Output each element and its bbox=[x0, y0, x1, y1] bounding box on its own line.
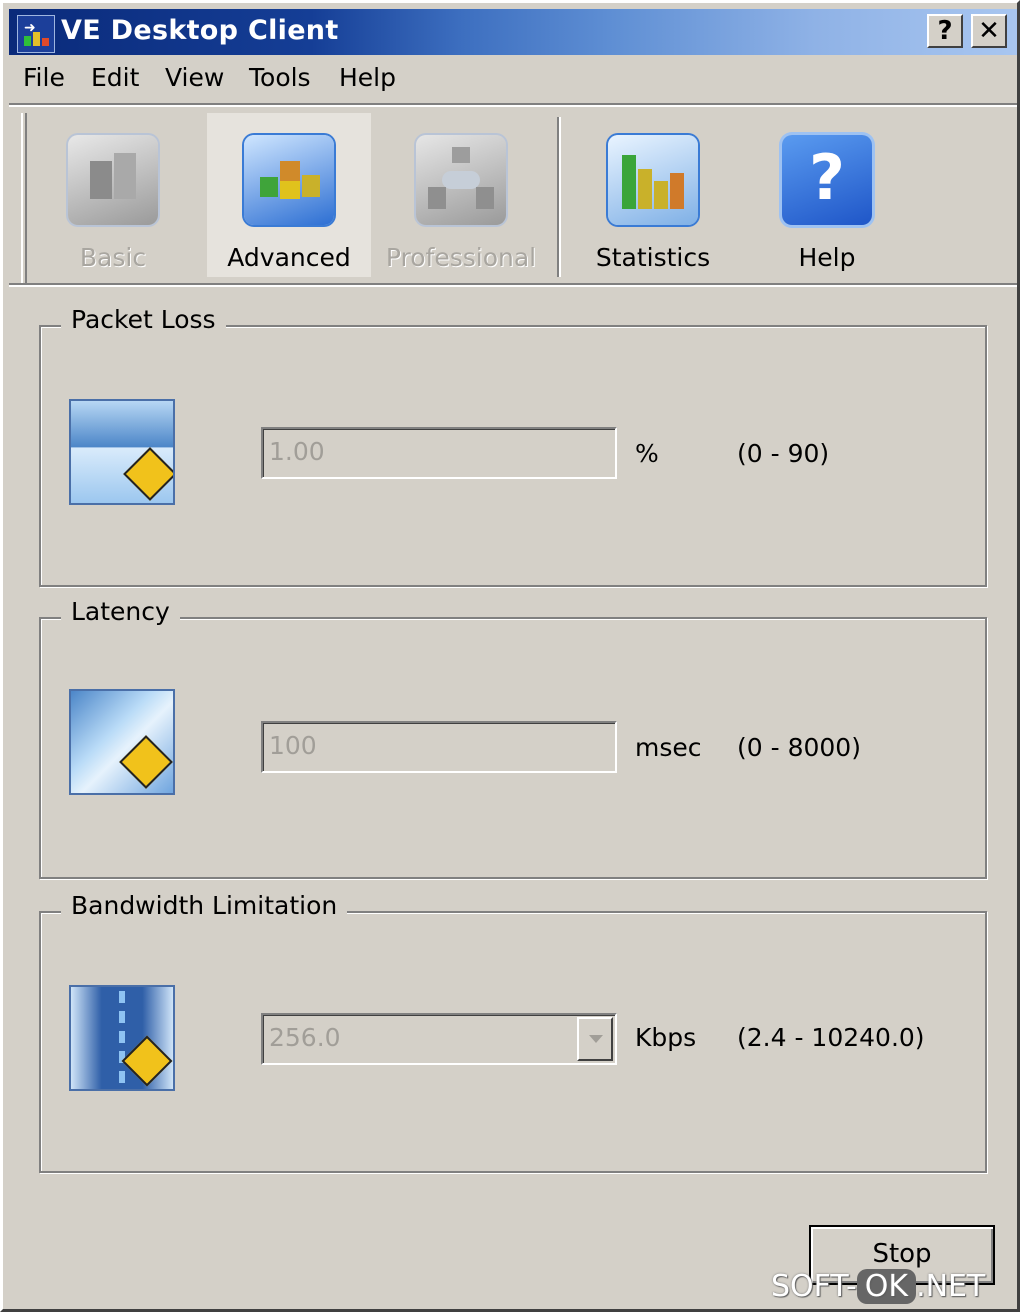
latency-unit: msec bbox=[635, 733, 702, 762]
mode-toolbar: Basic Advanced Professional Statistics ?… bbox=[13, 109, 1017, 283]
context-help-button[interactable]: ? bbox=[927, 14, 963, 48]
app-window: ➜ VE Desktop Client ? ✕ File Edit View T… bbox=[0, 0, 1020, 1312]
packet-loss-range: (0 - 90) bbox=[737, 439, 830, 468]
toolbar-professional-button[interactable]: Professional bbox=[379, 113, 543, 277]
advanced-mode-icon bbox=[244, 135, 334, 225]
packet-loss-value: 1.00 bbox=[269, 437, 325, 466]
toolbar-professional-label: Professional bbox=[385, 243, 537, 272]
watermark-mid: OK bbox=[856, 1269, 917, 1304]
professional-mode-icon bbox=[416, 135, 506, 225]
toolbar-basic-button[interactable]: Basic bbox=[31, 113, 195, 277]
menu-view[interactable]: View bbox=[165, 63, 224, 92]
toolbar-separator bbox=[557, 117, 561, 277]
toolbar-statistics-button[interactable]: Statistics bbox=[571, 113, 735, 277]
packet-loss-group: Packet Loss 1.00 % (0 - 90) bbox=[39, 305, 987, 587]
bandwidth-group: Bandwidth Limitation 256.0 Kbps (2.4 - 1… bbox=[39, 891, 987, 1173]
packet-loss-input[interactable]: 1.00 bbox=[261, 427, 617, 479]
bandwidth-range: (2.4 - 10240.0) bbox=[737, 1023, 925, 1052]
toolbar-divider bbox=[9, 283, 1017, 287]
toolbar-statistics-label: Statistics bbox=[595, 243, 711, 272]
bandwidth-value: 256.0 bbox=[269, 1023, 341, 1052]
packet-loss-title: Packet Loss bbox=[61, 305, 226, 334]
menu-divider bbox=[9, 103, 1017, 107]
title-bar[interactable]: ➜ VE Desktop Client ? ✕ bbox=[9, 9, 1017, 55]
basic-mode-icon bbox=[68, 135, 158, 225]
watermark-left: SOFT- bbox=[771, 1269, 857, 1304]
window-title: VE Desktop Client bbox=[61, 15, 339, 46]
latency-value: 100 bbox=[269, 731, 317, 760]
menu-edit[interactable]: Edit bbox=[91, 63, 139, 92]
toolbar-advanced-label: Advanced bbox=[227, 243, 351, 272]
toolbar-basic-label: Basic bbox=[79, 243, 147, 272]
app-icon[interactable]: ➜ bbox=[17, 15, 55, 53]
bandwidth-unit: Kbps bbox=[635, 1023, 697, 1052]
latency-group: Latency 100 msec (0 - 8000) bbox=[39, 597, 987, 879]
toolbar-grip[interactable] bbox=[21, 113, 27, 283]
bandwidth-title: Bandwidth Limitation bbox=[61, 891, 348, 920]
statistics-icon bbox=[608, 135, 698, 225]
latency-input[interactable]: 100 bbox=[261, 721, 617, 773]
menu-bar: File Edit View Tools Help bbox=[9, 57, 1017, 101]
latency-icon bbox=[69, 689, 175, 795]
latency-title: Latency bbox=[61, 597, 180, 626]
watermark: SOFT- OK .NET bbox=[771, 1269, 985, 1304]
toolbar-help-label: Help bbox=[798, 243, 856, 272]
packet-loss-unit: % bbox=[635, 439, 659, 468]
toolbar-help-button[interactable]: ? Help bbox=[745, 113, 909, 277]
menu-help[interactable]: Help bbox=[339, 63, 396, 92]
bandwidth-icon bbox=[69, 985, 175, 1091]
chevron-down-icon[interactable] bbox=[577, 1017, 613, 1061]
latency-range: (0 - 8000) bbox=[737, 733, 861, 762]
packet-loss-icon bbox=[69, 399, 175, 505]
menu-tools[interactable]: Tools bbox=[249, 63, 311, 92]
watermark-right: .NET bbox=[916, 1269, 986, 1304]
bandwidth-combobox[interactable]: 256.0 bbox=[261, 1013, 617, 1065]
close-button[interactable]: ✕ bbox=[971, 14, 1007, 48]
menu-file[interactable]: File bbox=[23, 63, 65, 92]
toolbar-advanced-button[interactable]: Advanced bbox=[207, 113, 371, 277]
help-icon: ? bbox=[782, 135, 872, 225]
